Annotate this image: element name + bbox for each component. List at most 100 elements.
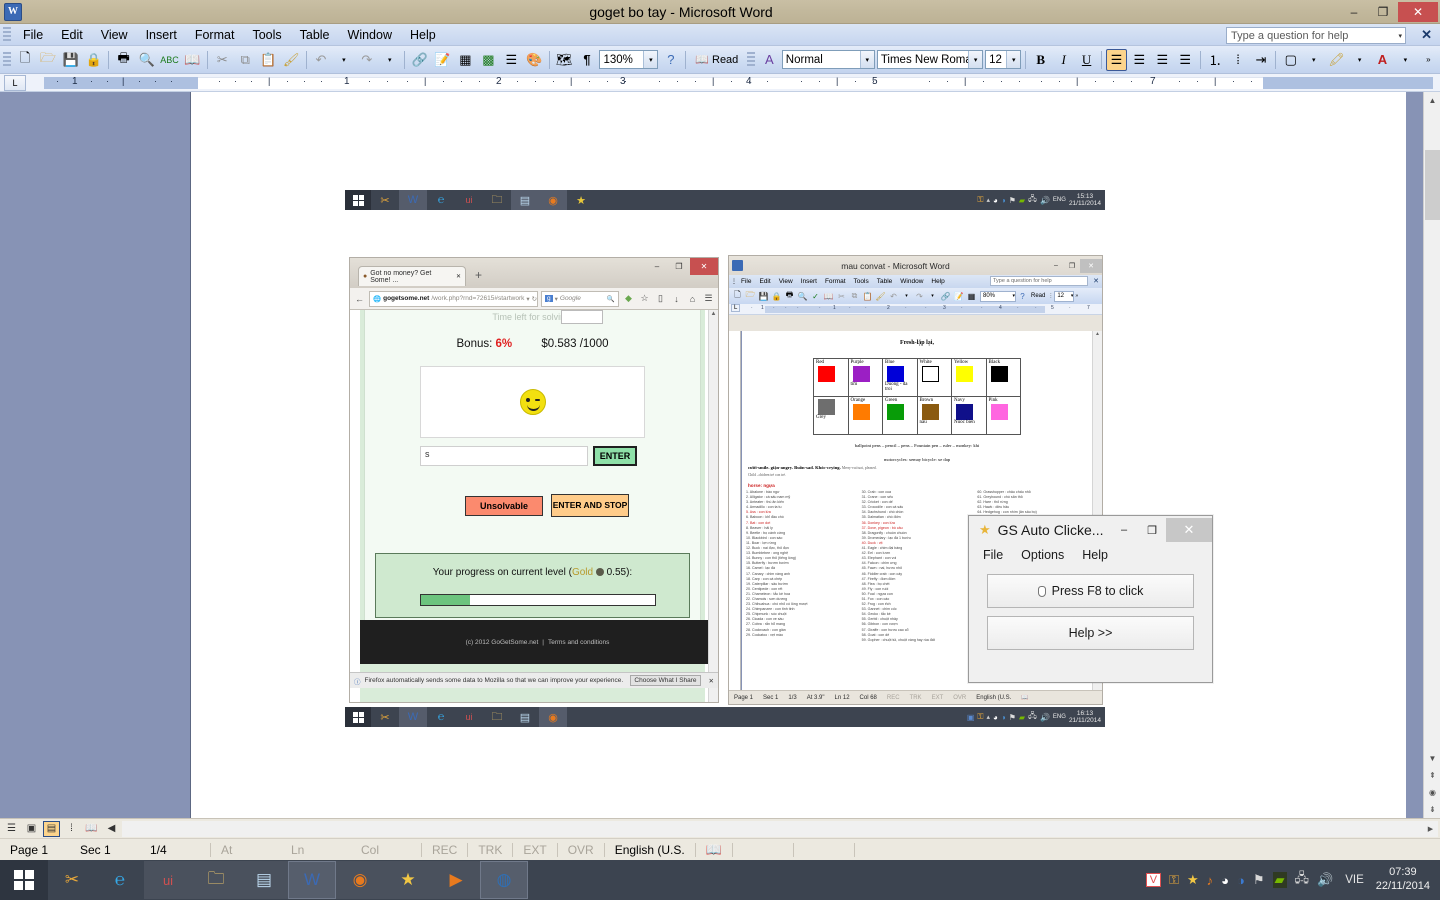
unikey-icon[interactable]: ui <box>455 190 483 210</box>
close-button[interactable]: ✕ <box>1080 258 1102 273</box>
folder-icon[interactable]: 🗀 <box>483 190 511 210</box>
menu-hamburger-icon[interactable]: ☰ <box>702 293 715 304</box>
undo-icon[interactable]: ↶ <box>887 289 900 303</box>
inner-start-button[interactable] <box>345 707 371 727</box>
borders-dropdown-icon[interactable]: ▾ <box>1303 49 1324 71</box>
close-icon[interactable]: ✕ <box>709 677 714 685</box>
show-formatting-icon[interactable]: ¶ <box>577 49 598 71</box>
menu-help[interactable]: Help <box>401 26 445 44</box>
menu-window[interactable]: Window <box>339 26 401 44</box>
maximize-button[interactable]: ❐ <box>668 258 690 275</box>
chevron-down-icon[interactable]: ▾ <box>1006 51 1021 68</box>
ruler-strip[interactable]: · 1 · · | · · · · · · | · · · 1 · · · | · · · 2 ·… <box>28 75 1440 91</box>
menu-insert[interactable]: Insert <box>797 278 821 285</box>
document-vertical-scrollbar[interactable]: ▲ ▼ ⇞ ◉ ⇟ <box>1423 92 1440 818</box>
word-icon[interactable]: W <box>399 190 427 210</box>
download-icon[interactable]: ↓ <box>670 294 683 304</box>
internet-explorer-icon[interactable]: ℮ <box>96 861 144 899</box>
chevron-down-icon[interactable]: ▾ <box>555 295 558 303</box>
undo-icon[interactable]: ↶ <box>311 49 332 71</box>
app-icon[interactable]: ▣ <box>967 713 975 722</box>
flag-icon[interactable]: ⚑ <box>1009 196 1016 205</box>
firefox-icon[interactable]: ◉ <box>539 190 567 210</box>
menu-view[interactable]: View <box>775 278 797 285</box>
clipboard-icon[interactable]: ▯ <box>654 293 667 304</box>
close-button[interactable]: ✕ <box>690 258 718 275</box>
close-button[interactable]: ✕ <box>1398 1 1438 22</box>
blue-icon[interactable]: ◑ <box>1001 196 1006 205</box>
document-map-icon[interactable]: 🗺 <box>554 49 575 71</box>
panda-icon[interactable]: ◕ <box>993 713 998 722</box>
media-player-icon[interactable]: ▶ <box>432 861 480 899</box>
align-right-button[interactable]: ☰ <box>1152 49 1173 71</box>
increase-indent-button[interactable]: ⇥ <box>1250 49 1271 71</box>
redo-dropdown-icon[interactable]: ▾ <box>926 289 939 303</box>
scroll-up-arrow-icon[interactable]: ▲ <box>709 311 718 317</box>
outline-view-icon[interactable]: ⁞ <box>63 821 80 837</box>
chevron-down-icon[interactable]: ▾ <box>643 51 658 68</box>
print-layout-view-icon[interactable]: ▤ <box>43 820 60 837</box>
menu-help[interactable]: Help <box>927 278 948 285</box>
status-language[interactable]: English (U.S. <box>971 695 1016 701</box>
music-note-icon[interactable]: ♪ <box>1207 873 1214 888</box>
url-address-bar[interactable]: 🌐 gogetsome.net/work.php?rnd=72615#start… <box>369 290 538 307</box>
reading-layout-button[interactable]: 📖 Read <box>690 49 743 71</box>
inner-font-size-combobox[interactable]: 12 ▾ <box>1054 290 1075 302</box>
menu-tools[interactable]: Tools <box>243 26 290 44</box>
toolbar-grip-handle-1[interactable] <box>3 51 11 68</box>
font-color-icon[interactable]: A <box>1372 49 1393 71</box>
network-icon[interactable]: 🖧 <box>1295 869 1310 891</box>
horizontal-scrollbar[interactable]: ▶ <box>122 820 1438 837</box>
print-preview-icon[interactable]: 🔍 <box>796 289 809 303</box>
inner-horizontal-ruler[interactable]: L · 1 · · · · 1 · · 2 · · 3 · · 4 · · 5 · 7 <box>729 304 1102 315</box>
insert-excel-icon[interactable]: ▩ <box>478 49 499 71</box>
permission-icon[interactable]: 🔒 <box>83 49 104 71</box>
zoom-combobox[interactable]: 130% ▾ <box>599 50 659 69</box>
style-combobox[interactable]: Normal ▾ <box>781 50 875 69</box>
redo-icon[interactable]: ↷ <box>356 49 377 71</box>
network-icon[interactable]: 🖧 <box>1028 710 1037 724</box>
font-size-combobox[interactable]: 12 ▾ <box>985 50 1022 69</box>
insert-hyperlink-icon[interactable]: 🔗 <box>409 49 430 71</box>
firefox-page-content[interactable]: Time left for solving: Bonus: 6% $0.583 … <box>350 310 718 702</box>
search-icon[interactable]: 🔍 <box>607 295 615 303</box>
format-painter-icon[interactable]: 🖌 <box>281 49 302 71</box>
start-button[interactable] <box>0 860 48 900</box>
toolbar-options-icon[interactable]: » <box>1075 293 1078 299</box>
insert-hyperlink-icon[interactable]: 🔗 <box>939 289 952 303</box>
blue-icon[interactable]: ◑ <box>1001 713 1006 722</box>
font-color-dropdown-icon[interactable]: ▾ <box>1395 49 1416 71</box>
volume-icon[interactable]: 🔊 <box>1317 872 1333 888</box>
chevron-down-icon[interactable]: ▾ <box>859 51 874 68</box>
cut-scissors-icon[interactable]: ✂ <box>835 289 848 303</box>
highlight-dropdown-icon[interactable]: ▾ <box>1349 49 1370 71</box>
notepad-icon[interactable]: ▤ <box>511 707 539 727</box>
tab-stop-selector[interactable]: L <box>4 74 26 91</box>
volume-icon[interactable]: 🔊 <box>1040 196 1050 205</box>
gs-auto-clicker-window[interactable]: ★ GS Auto Clicke... – ❐ ✕ File Options H… <box>968 515 1213 683</box>
folder-icon[interactable]: 🗀 <box>192 861 240 899</box>
borders-icon[interactable]: ▢ <box>1280 49 1301 71</box>
nvidia-icon[interactable]: ▰ <box>1019 196 1025 205</box>
document-canvas[interactable]: ✂ W ℮ ui 🗀 ▤ ◉ ★ ⚿ ▴ ◕ ◑ ⚑ ▰ 🖧 🔊 ENG 15:… <box>0 92 1440 818</box>
press-f8-button[interactable]: Press F8 to click <box>987 574 1194 608</box>
minimize-button[interactable]: – <box>1340 2 1368 22</box>
status-ovr[interactable]: OVR <box>948 695 971 701</box>
status-ovr[interactable]: OVR <box>558 843 604 857</box>
permission-icon[interactable]: 🔒 <box>770 289 783 303</box>
underline-button[interactable]: U <box>1076 49 1097 71</box>
menu-window[interactable]: Window <box>896 278 927 285</box>
reading-layout-button[interactable]: Read <box>1029 289 1047 303</box>
menu-table[interactable]: Table <box>873 278 897 285</box>
reload-icon[interactable]: ↻ <box>532 295 537 303</box>
status-rec[interactable]: REC <box>422 843 467 857</box>
page-vertical-scrollbar[interactable]: ▲ ▼ <box>708 310 718 702</box>
chevron-down-icon[interactable]: ▾ <box>1398 32 1402 40</box>
menu-edit[interactable]: Edit <box>755 278 774 285</box>
firefox-icon[interactable]: ◉ <box>539 707 567 727</box>
horizontal-ruler[interactable]: L · 1 · · | · · · · · · | · · · 1 · · · | · · · 2 <box>0 74 1440 92</box>
help-circle-icon[interactable]: ? <box>1016 289 1029 303</box>
redo-icon[interactable]: ↷ <box>913 289 926 303</box>
close-icon[interactable]: ✕ <box>456 273 461 280</box>
menu-format[interactable]: Format <box>821 278 850 285</box>
